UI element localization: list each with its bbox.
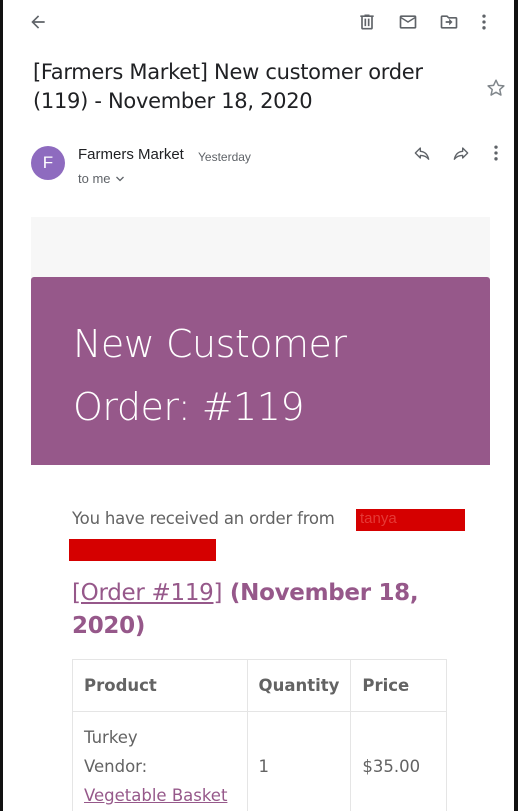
arrow-back-icon[interactable]: [26, 10, 50, 34]
column-header-product: Product: [72, 659, 248, 712]
quantity-cell: 1: [246, 711, 352, 811]
vendor-label: Vendor:: [84, 757, 148, 776]
trash-icon[interactable]: [355, 10, 379, 34]
recipient-toggle[interactable]: to me: [78, 171, 125, 186]
redaction-box: tanya: [356, 509, 465, 531]
order-table: Product Quantity Price Turkey Vendor: Ve…: [72, 659, 447, 811]
message-more-icon[interactable]: [485, 142, 507, 164]
order-heading: [Order #119] (November 18, 2020): [72, 577, 452, 643]
recipient-label: to me: [78, 171, 111, 186]
column-header-price: Price: [350, 659, 447, 712]
top-toolbar: [0, 0, 518, 44]
forward-icon[interactable]: [450, 142, 472, 164]
left-frame-edge: [0, 0, 3, 811]
order-link[interactable]: [Order #119]: [72, 580, 223, 606]
redacted-name: tanya: [360, 510, 397, 527]
email-content: You have received an order from tanya [O…: [31, 465, 490, 811]
star-icon[interactable]: [485, 77, 507, 99]
column-header-quantity: Quantity: [246, 659, 352, 712]
mark-unread-icon[interactable]: [396, 10, 420, 34]
more-vert-icon[interactable]: [472, 10, 496, 34]
email-header-banner: New Customer Order: #119: [31, 277, 490, 465]
right-frame-edge: [514, 0, 518, 811]
price-cell: $35.00: [350, 711, 447, 811]
redaction-box: [69, 539, 216, 561]
vendor-link[interactable]: Vegetable Basket: [84, 786, 227, 805]
table-header-row: Product Quantity Price: [72, 659, 447, 712]
table-row: Turkey Vendor: Vegetable Basket 1 $35.00: [72, 711, 447, 811]
received-text: You have received an order from: [72, 509, 335, 528]
sent-time: Yesterday: [198, 150, 251, 164]
sender-name: Farmers Market: [78, 146, 184, 163]
email-subject: [Farmers Market] New customer order (119…: [33, 60, 423, 113]
reply-icon[interactable]: [411, 142, 433, 164]
sender-avatar[interactable]: F: [31, 146, 65, 180]
product-name: Turkey: [84, 728, 138, 747]
email-body: New Customer Order: #119 You have receiv…: [31, 217, 490, 811]
email-header-title: New Customer Order: #119: [73, 322, 347, 429]
chevron-down-icon: [115, 176, 124, 181]
move-to-icon[interactable]: [437, 10, 461, 34]
product-cell: Turkey Vendor: Vegetable Basket: [72, 711, 248, 811]
